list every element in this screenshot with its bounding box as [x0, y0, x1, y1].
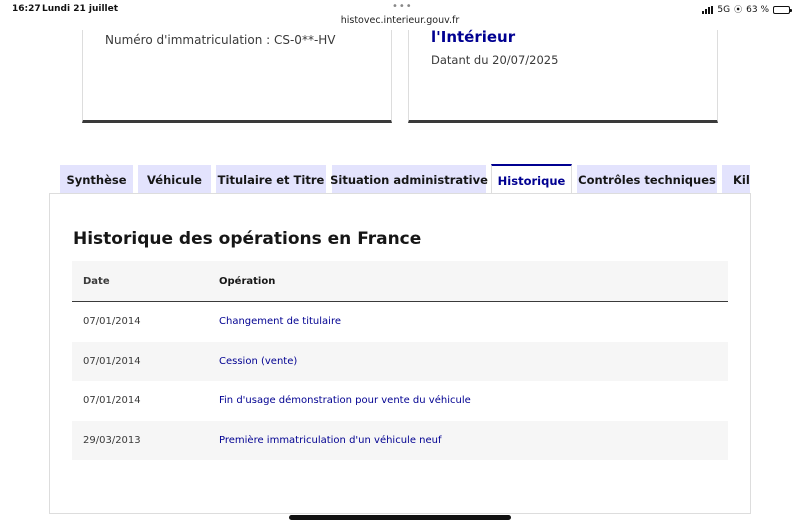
location-icon: ⦿: [734, 5, 743, 14]
row-date: 29/03/2013: [83, 434, 141, 446]
network-label: 5G: [717, 4, 731, 15]
history-panel: Historique des opérations en France Date…: [49, 193, 751, 514]
tab-label: Kilo: [733, 172, 750, 187]
table-row: 29/03/2013 Première immatriculation d'un…: [72, 420, 728, 460]
more-options-icon[interactable]: •••: [392, 1, 413, 12]
tab-label: Historique: [497, 173, 566, 188]
row-date: 07/01/2014: [83, 355, 141, 367]
table-header: Date Opération: [72, 261, 728, 302]
row-date: 07/01/2014: [83, 395, 141, 407]
row-operation: Cession (vente): [219, 355, 298, 367]
source-date: Datant du 20/07/2025: [431, 53, 559, 67]
table-row: 07/01/2014 Changement de titulaire: [72, 302, 728, 342]
registration-number: Numéro d'immatriculation : CS-0**-HV: [105, 33, 336, 47]
tab-label: Situation administrative: [330, 172, 488, 187]
tab-label: Synthèse: [66, 172, 127, 187]
tab-bar: Synthèse Véhicule Titulaire et Titre Sit…: [60, 164, 750, 194]
source-card: l'Intérieur Datant du 20/07/2025: [408, 28, 718, 123]
column-header-operation: Opération: [219, 275, 276, 287]
tab-situation-administrative[interactable]: Situation administrative: [330, 165, 488, 194]
tab-controles-techniques[interactable]: Contrôles techniques: [577, 165, 717, 194]
table-row: 07/01/2014 Fin d'usage démonstration pou…: [72, 381, 728, 421]
tab-kilometrage[interactable]: Kilo: [722, 165, 750, 194]
registration-card: Numéro d'immatriculation : CS-0**-HV: [82, 30, 392, 123]
url-text: histovec.interieur.gouv.fr: [340, 15, 460, 26]
battery-percent: 63 %: [746, 4, 769, 15]
status-time: 16:27: [12, 4, 41, 14]
status-date: Lundi 21 juillet: [42, 4, 119, 14]
column-header-date: Date: [83, 275, 110, 287]
tab-synthese[interactable]: Synthèse: [60, 165, 133, 194]
source-title: l'Intérieur: [431, 28, 516, 46]
tab-label: Titulaire et Titre: [217, 172, 325, 187]
tab-vehicule[interactable]: Véhicule: [138, 165, 211, 194]
tab-label: Contrôles techniques: [578, 172, 716, 187]
history-table: Date Opération 07/01/2014 Changement de …: [72, 261, 728, 460]
tab-label: Véhicule: [147, 172, 202, 187]
row-date: 07/01/2014: [83, 316, 141, 328]
battery-icon: [773, 5, 792, 14]
home-indicator[interactable]: [289, 515, 511, 520]
row-operation: Première immatriculation d'un véhicule n…: [219, 434, 442, 446]
signal-icon: [702, 5, 714, 14]
row-operation: Changement de titulaire: [219, 316, 341, 328]
table-row: 07/01/2014 Cession (vente): [72, 341, 728, 381]
tab-historique[interactable]: Historique: [491, 164, 572, 194]
status-right: 5G ⦿ 63 %: [702, 4, 792, 15]
address-bar[interactable]: histovec.interieur.gouv.fr: [0, 15, 800, 26]
status-bar: 16:27 Lundi 21 juillet ••• histovec.inte…: [0, 0, 800, 30]
history-title: Historique des opérations en France: [73, 229, 422, 249]
tab-titulaire-titre[interactable]: Titulaire et Titre: [216, 165, 326, 194]
row-operation: Fin d'usage démonstration pour vente du …: [219, 395, 471, 407]
